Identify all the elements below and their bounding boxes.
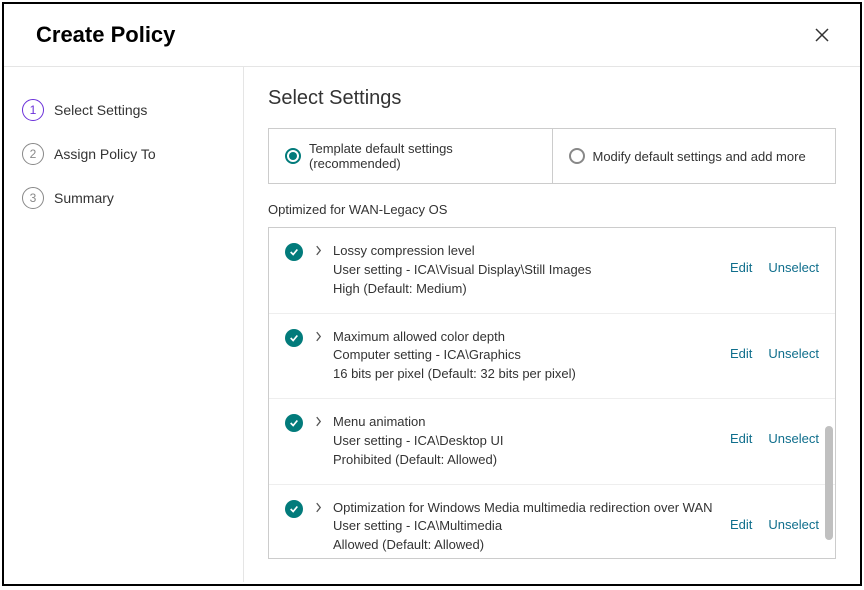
edit-link[interactable]: Edit (730, 260, 752, 275)
check-icon (285, 329, 303, 347)
chevron-right-icon[interactable] (313, 502, 323, 513)
wizard-sidebar: 1 Select Settings 2 Assign Policy To 3 S… (4, 67, 244, 582)
chevron-right-icon[interactable] (313, 331, 323, 342)
setting-text: Optimization for Windows Media multimedi… (333, 499, 720, 556)
setting-title: Maximum allowed color depth (333, 328, 720, 347)
setting-row: Lossy compression level User setting - I… (269, 228, 835, 314)
settings-mode-radio-group: Template default settings (recommended) … (268, 128, 836, 184)
setting-actions: Edit Unselect (730, 242, 819, 275)
setting-text: Maximum allowed color depth Computer set… (333, 328, 720, 385)
check-icon (285, 243, 303, 261)
unselect-link[interactable]: Unselect (768, 431, 819, 446)
check-icon (285, 414, 303, 432)
setting-path: User setting - ICA\Visual Display\Still … (333, 261, 720, 280)
setting-path: User setting - ICA\Multimedia (333, 517, 720, 536)
edit-link[interactable]: Edit (730, 346, 752, 361)
step-number-badge: 2 (22, 143, 44, 165)
setting-value: Prohibited (Default: Allowed) (333, 451, 720, 470)
unselect-link[interactable]: Unselect (768, 260, 819, 275)
setting-value: Allowed (Default: Allowed) (333, 536, 720, 555)
radio-label: Modify default settings and add more (593, 149, 806, 164)
radio-icon (569, 148, 585, 164)
setting-actions: Edit Unselect (730, 328, 819, 361)
unselect-link[interactable]: Unselect (768, 517, 819, 532)
step-label: Assign Policy To (54, 146, 156, 162)
step-label: Summary (54, 190, 114, 206)
edit-link[interactable]: Edit (730, 431, 752, 446)
main-panel: Select Settings Template default setting… (244, 67, 860, 582)
radio-modify-defaults[interactable]: Modify default settings and add more (553, 129, 836, 183)
wizard-step-3[interactable]: 3 Summary (22, 179, 243, 223)
setting-text: Menu animation User setting - ICA\Deskto… (333, 413, 720, 470)
unselect-link[interactable]: Unselect (768, 346, 819, 361)
wizard-step-1[interactable]: 1 Select Settings (22, 91, 243, 135)
wizard-step-2[interactable]: 2 Assign Policy To (22, 135, 243, 179)
radio-icon (285, 148, 301, 164)
check-icon (285, 500, 303, 518)
setting-path: User setting - ICA\Desktop UI (333, 432, 720, 451)
step-label: Select Settings (54, 102, 147, 118)
setting-actions: Edit Unselect (730, 499, 819, 532)
chevron-right-icon[interactable] (313, 416, 323, 427)
setting-actions: Edit Unselect (730, 413, 819, 446)
template-subtitle: Optimized for WAN-Legacy OS (268, 202, 836, 217)
setting-value: 16 bits per pixel (Default: 32 bits per … (333, 365, 720, 384)
setting-row: Optimization for Windows Media multimedi… (269, 485, 835, 558)
edit-link[interactable]: Edit (730, 517, 752, 532)
step-number-badge: 1 (22, 99, 44, 121)
step-number-badge: 3 (22, 187, 44, 209)
setting-text: Lossy compression level User setting - I… (333, 242, 720, 299)
setting-title: Lossy compression level (333, 242, 720, 261)
setting-path: Computer setting - ICA\Graphics (333, 346, 720, 365)
scrollbar-thumb[interactable] (825, 426, 833, 540)
setting-title: Menu animation (333, 413, 720, 432)
main-heading: Select Settings (268, 87, 836, 110)
settings-list: Lossy compression level User setting - I… (268, 227, 836, 559)
page-title: Create Policy (36, 22, 175, 48)
setting-value: High (Default: Medium) (333, 280, 720, 299)
setting-row: Menu animation User setting - ICA\Deskto… (269, 399, 835, 485)
radio-label: Template default settings (recommended) (309, 141, 536, 171)
close-button[interactable] (812, 25, 832, 45)
setting-row: Maximum allowed color depth Computer set… (269, 314, 835, 400)
close-icon (813, 26, 831, 44)
radio-template-defaults[interactable]: Template default settings (recommended) (269, 129, 553, 183)
chevron-right-icon[interactable] (313, 245, 323, 256)
setting-title: Optimization for Windows Media multimedi… (333, 499, 720, 518)
scrollbar[interactable] (825, 230, 833, 556)
